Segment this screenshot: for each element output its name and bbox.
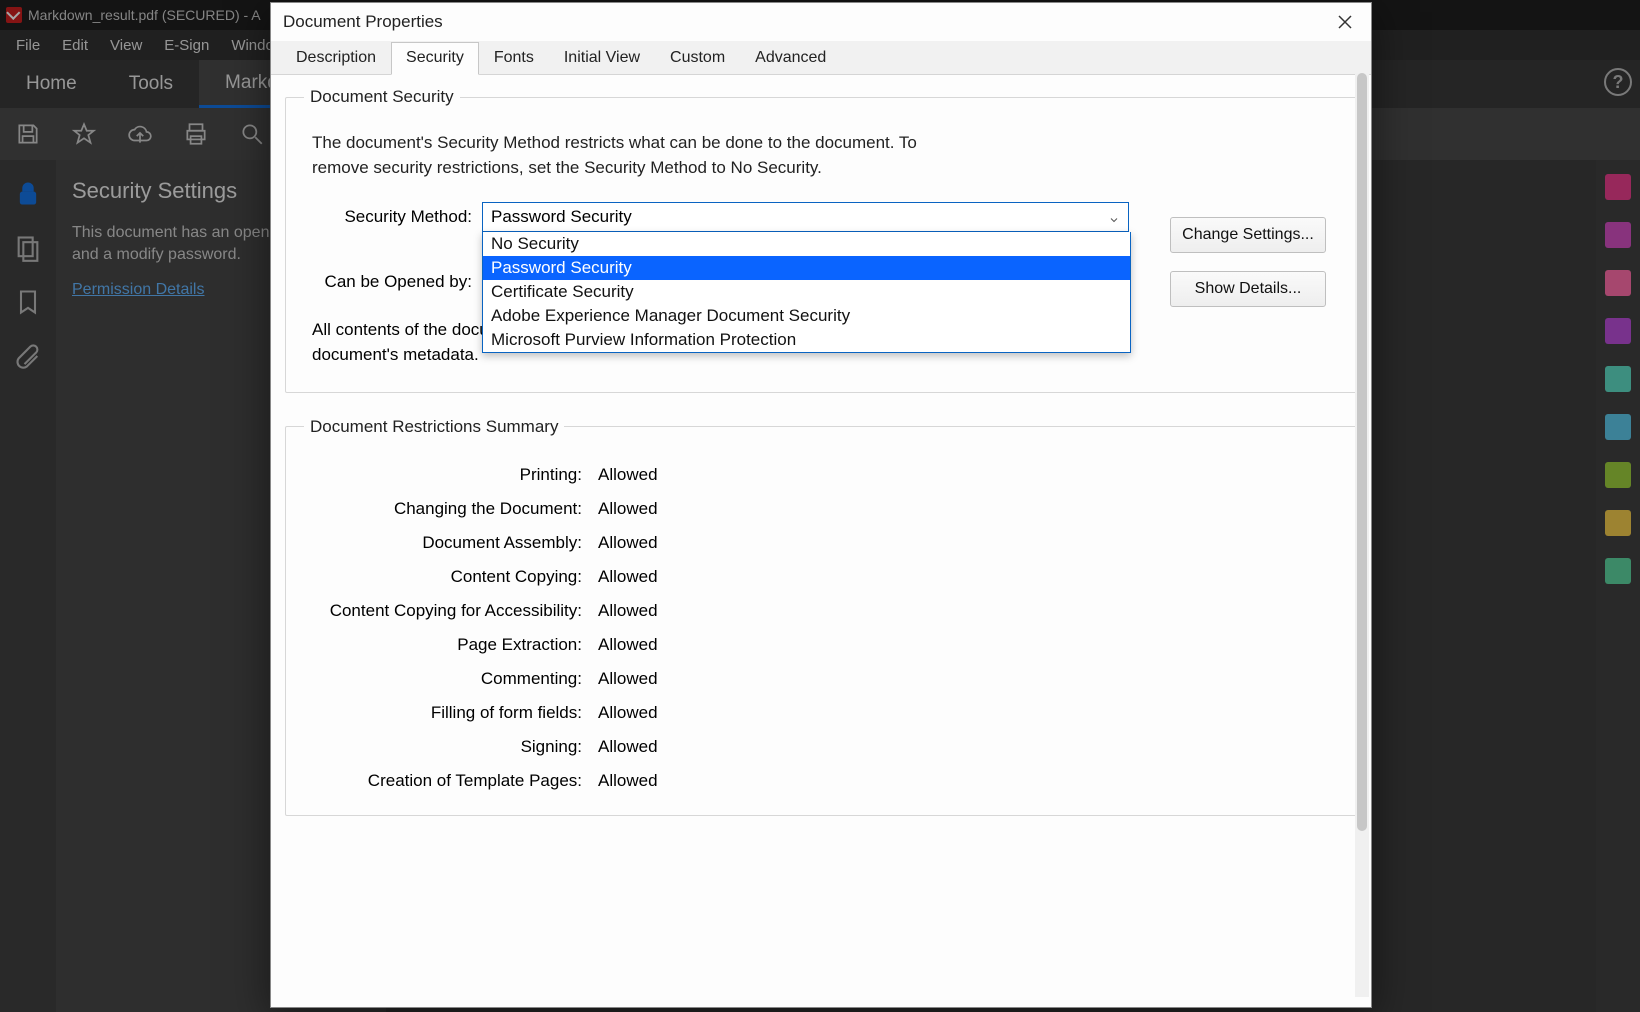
dialog-scrollbar-thumb[interactable] bbox=[1357, 73, 1367, 831]
restriction-value: Allowed bbox=[598, 771, 1338, 791]
restriction-key: Content Copying for Accessibility: bbox=[312, 601, 582, 621]
dialog-scrollbar-track[interactable] bbox=[1355, 73, 1369, 997]
tab-description[interactable]: Description bbox=[281, 42, 391, 74]
restriction-key: Document Assembly: bbox=[312, 533, 582, 553]
restriction-key: Printing: bbox=[312, 465, 582, 485]
restriction-value: Allowed bbox=[598, 635, 1338, 655]
document-security-group: Document Security The document's Securit… bbox=[285, 87, 1357, 393]
tab-fonts[interactable]: Fonts bbox=[479, 42, 549, 74]
option-no-security[interactable]: No Security bbox=[483, 232, 1130, 256]
restriction-key: Page Extraction: bbox=[312, 635, 582, 655]
restriction-key: Commenting: bbox=[312, 669, 582, 689]
restriction-value: Allowed bbox=[598, 465, 1338, 485]
restriction-key: Creation of Template Pages: bbox=[312, 771, 582, 791]
option-purview-security[interactable]: Microsoft Purview Information Protection bbox=[483, 328, 1130, 352]
tab-advanced[interactable]: Advanced bbox=[740, 42, 841, 74]
tab-initial-view[interactable]: Initial View bbox=[549, 42, 655, 74]
document-security-legend: Document Security bbox=[304, 87, 460, 107]
close-icon[interactable] bbox=[1331, 8, 1359, 36]
dialog-tabs: Description Security Fonts Initial View … bbox=[271, 41, 1371, 75]
restriction-value: Allowed bbox=[598, 703, 1338, 723]
restriction-value: Allowed bbox=[598, 499, 1338, 519]
tab-security[interactable]: Security bbox=[391, 42, 479, 75]
dialog-titlebar: Document Properties bbox=[271, 3, 1371, 41]
restriction-value: Allowed bbox=[598, 533, 1338, 553]
change-settings-button[interactable]: Change Settings... bbox=[1170, 217, 1326, 253]
security-method-dropdown: No Security Password Security Certificat… bbox=[482, 232, 1131, 353]
restriction-key: Content Copying: bbox=[312, 567, 582, 587]
restriction-value: Allowed bbox=[598, 601, 1338, 621]
opened-by-label: Can be Opened by: bbox=[322, 272, 472, 292]
restriction-key: Signing: bbox=[312, 737, 582, 757]
restriction-key: Filling of form fields: bbox=[312, 703, 582, 723]
option-password-security[interactable]: Password Security bbox=[483, 256, 1130, 280]
restriction-value: Allowed bbox=[598, 669, 1338, 689]
restrictions-legend: Document Restrictions Summary bbox=[304, 417, 564, 437]
option-aem-security[interactable]: Adobe Experience Manager Document Securi… bbox=[483, 304, 1130, 328]
document-properties-dialog: Document Properties Description Security… bbox=[270, 2, 1372, 1008]
chevron-down-icon bbox=[1108, 211, 1120, 223]
security-method-label: Security Method: bbox=[322, 207, 472, 227]
security-hint: The document's Security Method restricts… bbox=[312, 131, 932, 180]
security-method-select[interactable]: Password Security No Security Password S… bbox=[482, 202, 1129, 232]
security-method-selected: Password Security bbox=[491, 207, 632, 227]
restriction-key: Changing the Document: bbox=[312, 499, 582, 519]
show-details-button[interactable]: Show Details... bbox=[1170, 271, 1326, 307]
dialog-title: Document Properties bbox=[283, 12, 443, 32]
restrictions-group: Document Restrictions Summary Printing: A… bbox=[285, 417, 1357, 816]
restrictions-grid: Printing: Allowed Changing the Document: Al… bbox=[312, 465, 1338, 791]
security-buttons: Change Settings... Show Details... bbox=[1170, 217, 1326, 307]
restriction-value: Allowed bbox=[598, 567, 1338, 587]
tab-custom[interactable]: Custom bbox=[655, 42, 740, 74]
security-method-selectbox[interactable]: Password Security bbox=[482, 202, 1129, 232]
dialog-body: Document Security The document's Securit… bbox=[271, 75, 1371, 1007]
option-certificate-security[interactable]: Certificate Security bbox=[483, 280, 1130, 304]
restriction-value: Allowed bbox=[598, 737, 1338, 757]
